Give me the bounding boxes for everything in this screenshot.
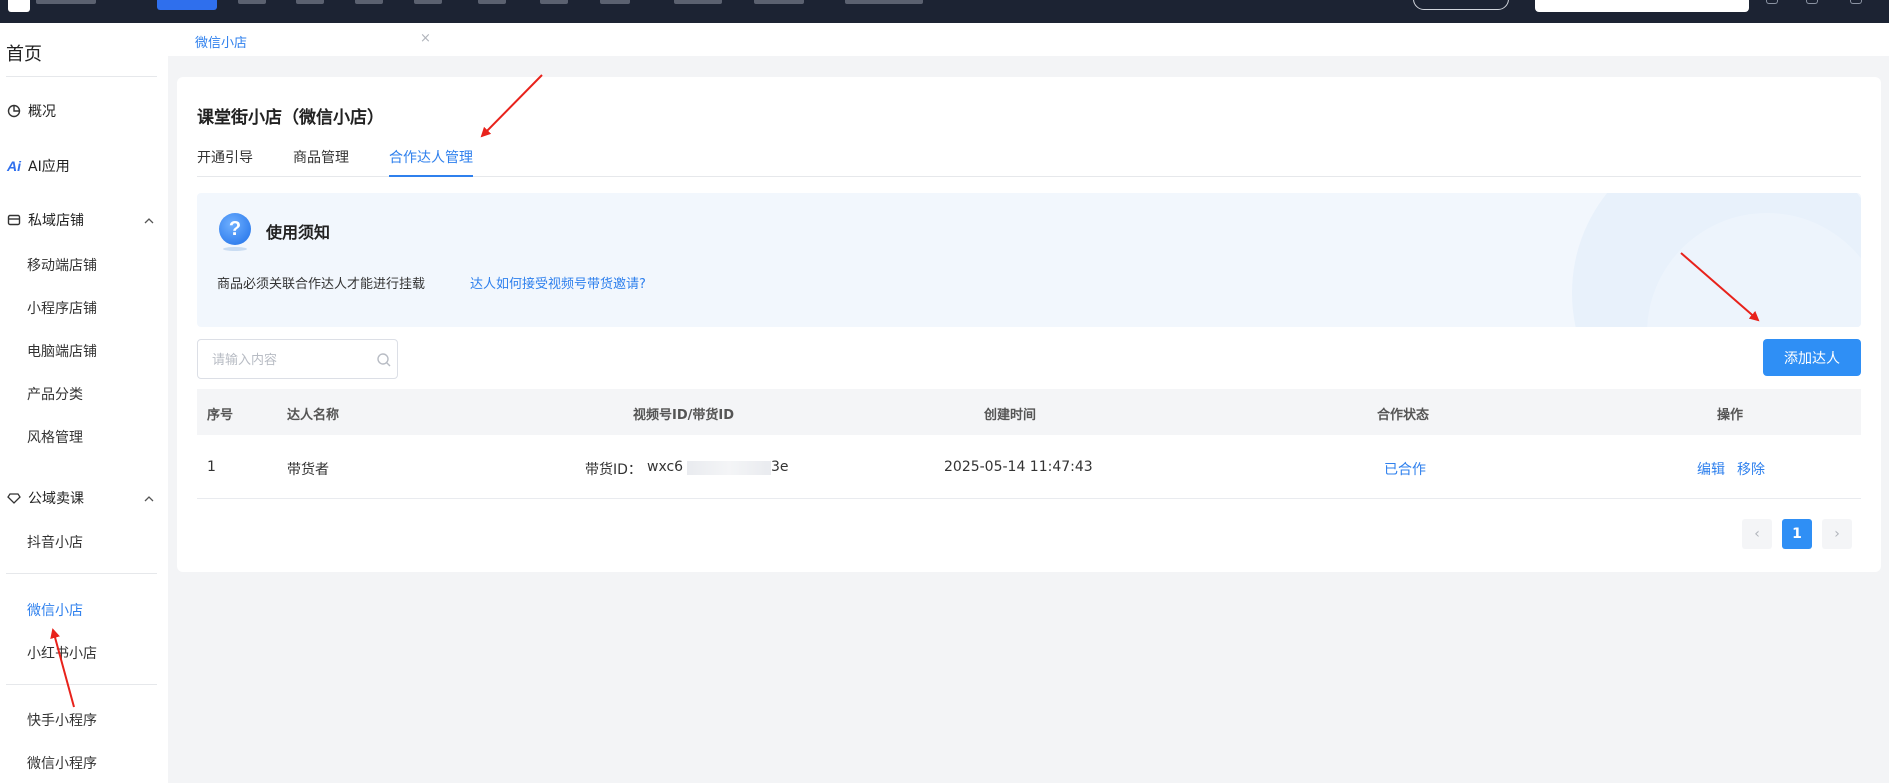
- column-header-actions: 操作: [1717, 408, 1744, 423]
- chevron-up-icon[interactable]: [144, 494, 154, 504]
- sidebar-item-label: AI应用: [28, 159, 70, 175]
- sidebar: 首页 概况 Ai AI应用 私域店铺 移动端店铺 小程序店铺 电脑端店铺 产品分…: [0, 23, 168, 783]
- redacted-id: [687, 461, 771, 475]
- top-navigation-bar: [0, 0, 1889, 23]
- sidebar-item-product-category[interactable]: 产品分类: [27, 384, 83, 404]
- top-nav-item[interactable]: [478, 0, 506, 4]
- app-name: [36, 0, 96, 4]
- cell-created-time: 2025-05-14 11:47:43: [944, 459, 1093, 475]
- status-badge: 已合作: [1384, 462, 1426, 478]
- page-title: 课堂街小店（微信小店）: [197, 108, 384, 128]
- sidebar-item-kuaishou-miniprogram[interactable]: 快手小程序: [27, 710, 97, 730]
- tab-onboarding-guide[interactable]: 开通引导: [197, 147, 253, 175]
- sidebar-item-label: 概况: [28, 104, 56, 120]
- top-nav-item[interactable]: [296, 0, 324, 4]
- app-logo[interactable]: [8, 0, 30, 12]
- sidebar-divider: [6, 76, 157, 77]
- pie-chart-icon: [6, 103, 22, 119]
- sidebar-item-miniprogram-store[interactable]: 小程序店铺: [27, 298, 97, 318]
- notice-text: 商品必须关联合作达人才能进行挂载: [217, 277, 426, 292]
- top-nav-item-active[interactable]: [157, 0, 217, 10]
- sidebar-item-label: 私域店铺: [28, 213, 84, 229]
- main-card: 课堂街小店（微信小店） 开通引导 商品管理 合作达人管理 ? 使用须知 商品必须…: [177, 77, 1881, 572]
- top-nav-item[interactable]: [414, 0, 442, 4]
- sidebar-item-wechat-miniprogram[interactable]: 微信小程序: [27, 753, 97, 773]
- search-field[interactable]: [197, 339, 398, 379]
- page-tab-wechat-shop[interactable]: 微信小店: [195, 32, 247, 51]
- tab-partner-management[interactable]: 合作达人管理: [389, 147, 473, 177]
- diamond-icon: [6, 490, 22, 506]
- pagination-page-current[interactable]: 1: [1782, 519, 1812, 549]
- cell-index: 1: [207, 459, 216, 475]
- top-nav-item[interactable]: [845, 0, 923, 4]
- edit-link[interactable]: 编辑: [1697, 459, 1725, 479]
- sidebar-group-private-store[interactable]: 私域店铺: [6, 210, 84, 230]
- tab-product-management[interactable]: 商品管理: [293, 147, 349, 175]
- store-icon: [6, 212, 22, 228]
- notice-help-link[interactable]: 达人如何接受视频号带货邀请?: [470, 273, 646, 292]
- top-search-input[interactable]: [1535, 0, 1749, 12]
- sidebar-item-overview[interactable]: 概况: [6, 101, 56, 121]
- top-nav-item[interactable]: [674, 0, 722, 4]
- top-nav-item[interactable]: [540, 0, 568, 4]
- question-icon: ?: [219, 213, 251, 245]
- notification-icon[interactable]: [1766, 0, 1778, 4]
- cell-id-start: wxc6: [647, 459, 684, 475]
- partner-table: 序号 达人名称 视频号ID/带货ID 创建时间 合作状态 操作 1 带货者 带货…: [197, 389, 1861, 499]
- page-tab-bar: 微信小店 ×: [168, 23, 1889, 56]
- column-header-created: 创建时间: [984, 408, 1037, 423]
- top-action-button[interactable]: [1413, 0, 1509, 10]
- sidebar-item-pc-store[interactable]: 电脑端店铺: [27, 341, 97, 361]
- chevron-up-icon[interactable]: [144, 216, 154, 226]
- search-icon[interactable]: [376, 352, 392, 368]
- sidebar-item-style-management[interactable]: 风格管理: [27, 427, 83, 447]
- cell-id-prefix: 带货ID：: [585, 462, 642, 478]
- sidebar-item-douyin-shop[interactable]: 抖音小店: [27, 532, 83, 552]
- top-nav-item[interactable]: [600, 0, 630, 4]
- sidebar-item-wechat-shop[interactable]: 微信小店: [27, 600, 83, 620]
- notice-title: 使用须知: [266, 223, 331, 242]
- column-header-name: 达人名称: [287, 408, 340, 423]
- usage-notice-panel: ? 使用须知 商品必须关联合作达人才能进行挂载 达人如何接受视频号带货邀请?: [197, 193, 1861, 327]
- column-header-status: 合作状态: [1377, 408, 1430, 423]
- close-icon[interactable]: ×: [420, 31, 431, 46]
- pagination-next-button[interactable]: ›: [1822, 519, 1852, 549]
- table-header: 序号 达人名称 视频号ID/带货ID 创建时间 合作状态 操作: [197, 389, 1861, 435]
- icon-shadow: [223, 247, 247, 251]
- top-nav-item[interactable]: [754, 0, 804, 4]
- sidebar-divider: [6, 573, 157, 574]
- search-input[interactable]: [212, 350, 362, 370]
- ai-icon: Ai: [7, 158, 21, 174]
- sidebar-item-ai[interactable]: Ai AI应用: [6, 156, 70, 176]
- top-nav-item[interactable]: [355, 0, 383, 4]
- table-row: 1 带货者 带货ID： wxc6 3e 2025-05-14 11:47:43 …: [197, 435, 1861, 499]
- sidebar-item-label: 公域卖课: [28, 491, 84, 507]
- cell-id-end: 3e: [771, 459, 789, 475]
- cell-name: 带货者: [287, 462, 329, 478]
- pagination-prev-button[interactable]: ‹: [1742, 519, 1772, 549]
- column-header-id: 视频号ID/带货ID: [633, 408, 735, 423]
- content-tabs: 开通引导 商品管理 合作达人管理: [197, 147, 1861, 177]
- sidebar-item-xiaohongshu-shop[interactable]: 小红书小店: [27, 643, 97, 663]
- sidebar-home[interactable]: 首页: [6, 40, 42, 66]
- remove-link[interactable]: 移除: [1737, 459, 1765, 479]
- user-icon[interactable]: [1850, 0, 1862, 4]
- sidebar-group-public-sales[interactable]: 公域卖课: [6, 488, 84, 508]
- clipboard-icon[interactable]: [1806, 0, 1818, 4]
- sidebar-divider: [6, 684, 157, 685]
- top-nav-item[interactable]: [238, 0, 266, 4]
- column-header-index: 序号: [207, 408, 234, 423]
- sidebar-item-mobile-store[interactable]: 移动端店铺: [27, 255, 97, 275]
- add-partner-button[interactable]: 添加达人: [1763, 339, 1861, 376]
